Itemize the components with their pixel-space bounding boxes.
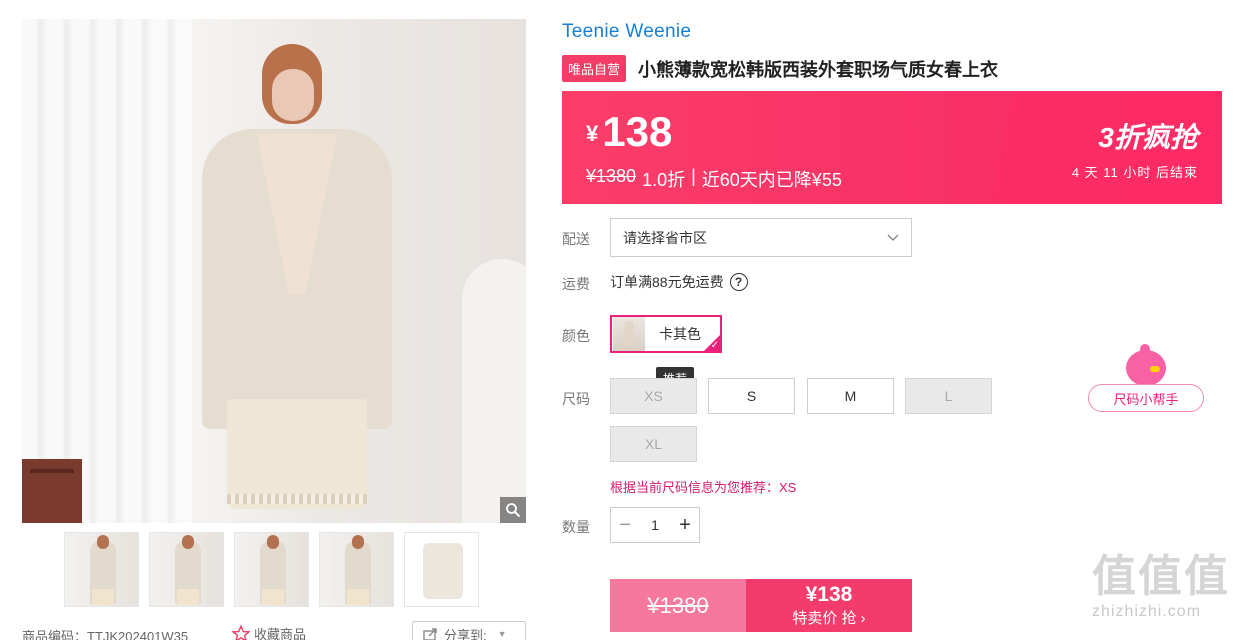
color-swatch: [613, 317, 645, 351]
quantity-stepper: − 1 +: [610, 507, 700, 543]
original-price: ¥1380: [586, 166, 637, 186]
freight-label: 运费: [562, 276, 590, 292]
buy-special-price: ¥138: [805, 583, 853, 607]
promo-title: 3折疯抢: [1098, 122, 1198, 153]
size-recommendation: 根据当前尺码信息为您推荐：XS: [610, 480, 797, 495]
model-figure: [182, 39, 412, 523]
buy-now-button[interactable]: ¥138 特卖价 抢 ›: [746, 579, 912, 632]
product-meta-row: 商品编码：TTJK202401W35 收藏商品 分享到: ▼: [22, 621, 526, 640]
buy-action-label: 特卖价 抢 ›: [792, 609, 866, 627]
price-separator: |: [691, 166, 696, 186]
favorite-button[interactable]: 收藏商品: [232, 624, 306, 640]
size-option-xs[interactable]: XS: [610, 378, 697, 414]
star-icon: [232, 624, 250, 640]
delivery-label: 配送: [562, 231, 590, 247]
chevron-down-icon: [887, 234, 899, 241]
buy-original-price: ¥1380: [610, 579, 746, 632]
size-label: 尺码: [562, 391, 590, 407]
chevron-down-icon: ▼: [497, 629, 507, 639]
promo-countdown: 4 天 11 小时 后结束: [1071, 165, 1198, 180]
discount-rate: 1.0折: [642, 170, 686, 190]
size-helper[interactable]: 尺码小帮手: [1088, 344, 1204, 414]
price-banner: ¥ 138 ¥1380 1.0折 | 近60天内已降¥55 3折疯抢 4 天 1…: [562, 91, 1222, 204]
sku-code: 商品编码：TTJK202401W35: [22, 629, 189, 640]
background-statue: [462, 259, 526, 523]
help-icon[interactable]: ?: [729, 273, 748, 291]
size-option-xl[interactable]: XL: [610, 426, 697, 462]
watermark-logo: 值值值: [1092, 552, 1230, 601]
product-title: 小熊薄款宽松韩版西装外套职场气质女春上衣: [638, 59, 999, 80]
price-drop-note: 近60天内已降¥55: [701, 170, 842, 190]
share-dropdown[interactable]: 分享到: ▼: [412, 621, 526, 640]
current-price: ¥ 138: [586, 111, 672, 153]
color-label: 颜色: [562, 328, 590, 344]
quantity-value[interactable]: 1: [639, 508, 671, 542]
current-price-value: 138: [602, 108, 673, 155]
thumbnail-strip: [64, 532, 479, 607]
brand-link[interactable]: Teenie Weenie: [562, 21, 691, 43]
region-placeholder: 请选择省市区: [623, 229, 707, 246]
color-option-khaki[interactable]: 卡其色 ✓: [610, 315, 722, 353]
size-option-s[interactable]: S: [708, 378, 795, 414]
thumbnail-5[interactable]: [404, 532, 479, 607]
quantity-minus-button[interactable]: −: [611, 508, 639, 542]
color-option-label: 卡其色: [659, 326, 701, 342]
share-icon: [423, 628, 437, 640]
quantity-plus-button[interactable]: +: [671, 508, 699, 542]
background-curtain: [22, 19, 192, 523]
check-icon: ✓: [710, 340, 719, 351]
mascot-icon: [1126, 344, 1166, 386]
freight-text: 订单满88元免运费: [610, 274, 724, 290]
background-dresser: [22, 459, 82, 523]
price-details: ¥1380 1.0折 | 近60天内已降¥55: [586, 166, 842, 192]
region-select[interactable]: 请选择省市区: [610, 218, 912, 257]
size-helper-button[interactable]: 尺码小帮手: [1088, 384, 1204, 412]
size-option-m[interactable]: M: [807, 378, 894, 414]
buy-bar: ¥1380 ¥138 特卖价 抢 ›: [610, 579, 912, 632]
favorite-label: 收藏商品: [254, 627, 307, 640]
thumbnail-1[interactable]: [64, 532, 139, 607]
title-row: 唯品自营 小熊薄款宽松韩版西装外套职场气质女春上衣: [562, 55, 998, 82]
thumbnail-2[interactable]: [149, 532, 224, 607]
site-watermark: 值值值 zhizhizhi.com: [1092, 555, 1232, 635]
thumbnail-3[interactable]: [234, 532, 309, 607]
watermark-url: zhizhizhi.com: [1092, 603, 1202, 620]
main-product-image[interactable]: [22, 19, 526, 523]
zoom-icon[interactable]: [500, 497, 526, 523]
size-option-l[interactable]: L: [905, 378, 992, 414]
share-label: 分享到:: [444, 627, 487, 640]
self-operated-badge: 唯品自营: [562, 55, 627, 82]
thumbnail-4[interactable]: [319, 532, 394, 607]
currency-symbol: ¥: [586, 121, 599, 146]
quantity-label: 数量: [562, 519, 590, 535]
freight-info: 订单满88元免运费 ?: [610, 272, 748, 292]
